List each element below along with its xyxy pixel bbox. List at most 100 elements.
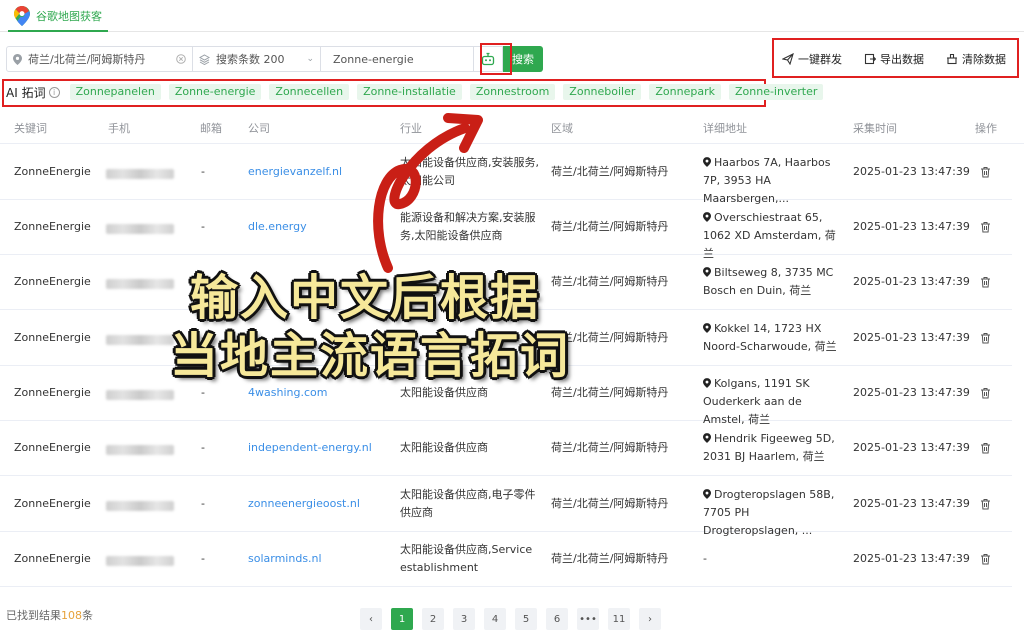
location-pin-icon	[703, 267, 711, 277]
industry-cell: 太阳能设备供应商	[400, 386, 488, 399]
time-cell: 2025-01-23 13:47:39	[853, 441, 970, 454]
trash-icon[interactable]	[980, 442, 991, 454]
phone-cell-redacted	[106, 277, 174, 295]
clear-icon	[947, 53, 957, 65]
annotation-arrow-icon	[373, 113, 483, 273]
keyword-cell: ZonneEnergie	[14, 552, 91, 565]
clear-circle-icon[interactable]	[176, 54, 186, 64]
page-button[interactable]: 11	[608, 608, 630, 630]
page-button[interactable]: 2	[422, 608, 444, 630]
keyword-cell: ZonneEnergie	[14, 386, 91, 399]
google-maps-logo-icon	[14, 6, 30, 26]
address-text: Haarbos 7A, Haarbos 7P, 3953 HA Maarsber…	[703, 156, 831, 205]
trash-icon[interactable]	[980, 276, 991, 288]
next-page-button[interactable]: ›	[639, 608, 661, 630]
trash-icon[interactable]	[980, 387, 991, 399]
company-link[interactable]: energievanzelf.nl	[248, 163, 342, 181]
keyword-tag[interactable]: Zonnestroom	[469, 84, 556, 100]
trash-icon[interactable]	[980, 221, 991, 233]
time-cell: 2025-01-23 13:47:39	[853, 165, 970, 178]
export-label: 导出数据	[880, 53, 924, 66]
keyword-tag[interactable]: Zonneboiler	[563, 84, 642, 100]
email-cell: -	[201, 220, 205, 233]
page-button[interactable]: 5	[515, 608, 537, 630]
industry-cell: 太阳能设备供应商	[400, 441, 488, 454]
column-header: 邮箱	[200, 122, 222, 135]
location-pin-icon	[703, 323, 711, 333]
export-button[interactable]: 导出数据	[864, 51, 924, 67]
keyword-tag[interactable]: Zonne-installatie	[357, 84, 462, 100]
page-button[interactable]: 4	[484, 608, 506, 630]
keyword-tag[interactable]: Zonnecellen	[269, 84, 350, 100]
address-text: Overschiestraat 65, 1062 XD Amsterdam, 荷…	[703, 211, 836, 260]
table-header: 关键词 手机 邮箱 公司 行业 区域 详细地址 采集时间 操作	[0, 110, 1024, 144]
address-cell: Biltseweg 8, 3735 MC Bosch en Duin, 荷兰	[703, 264, 841, 300]
phone-cell-redacted	[106, 222, 174, 240]
trash-icon[interactable]	[980, 332, 991, 344]
column-header: 区域	[551, 122, 573, 135]
location-pin-icon	[13, 53, 22, 65]
column-header: 公司	[248, 122, 270, 135]
keyword-tag[interactable]: Zonne-energie	[168, 84, 262, 100]
keyword-value: Zonne-energie	[333, 52, 414, 66]
result-summary: 已找到结果108条	[6, 607, 93, 623]
page-ellipsis-button[interactable]: •••	[577, 608, 599, 630]
trash-icon[interactable]	[980, 498, 991, 510]
keyword-tag[interactable]: Zonnepanelen	[69, 84, 161, 100]
time-cell: 2025-01-23 13:47:39	[853, 220, 970, 233]
table-row: ZonneEnergie - independent-energy.nl 太阳能…	[0, 421, 1012, 476]
page-button[interactable]: 6	[546, 608, 568, 630]
result-count-select[interactable]: 搜索条数 200 ⌄	[193, 46, 321, 72]
keyword-tag[interactable]: Zonne-inverter	[728, 84, 824, 100]
location-pin-icon	[703, 489, 711, 499]
address-text: Kolgans, 1191 SK Ouderkerk aan de Amstel…	[703, 377, 810, 426]
keyword-tag[interactable]: Zonnepark	[649, 84, 721, 100]
location-select[interactable]: 荷兰/北荷兰/阿姆斯特丹	[6, 46, 193, 72]
action-toolbar: 一键群发 导出数据 清除数据	[782, 49, 1006, 69]
time-cell: 2025-01-23 13:47:39	[853, 497, 970, 510]
result-count: 108	[61, 609, 82, 622]
keyword-cell: ZonneEnergie	[14, 165, 91, 178]
pagination: ‹ 1 2 3 4 5 6 ••• 11 ›	[360, 608, 661, 630]
company-link[interactable]: dle.energy	[248, 218, 307, 236]
keyword-cell: ZonneEnergie	[14, 497, 91, 510]
page-button[interactable]: 3	[453, 608, 475, 630]
phone-cell-redacted	[106, 443, 174, 461]
ai-keyword-row: AI 拓词 i Zonnepanelen Zonne-energie Zonne…	[6, 83, 824, 101]
address-cell: Kokkel 14, 1723 HX Noord-Scharwoude, 荷兰	[703, 320, 841, 356]
company-link[interactable]: independent-energy.nl	[248, 439, 372, 457]
company-link[interactable]: zonneenergieoost.nl	[248, 495, 360, 513]
trash-icon[interactable]	[980, 553, 991, 565]
company-link[interactable]: 4washing.com	[248, 384, 327, 402]
overlay-caption-line2: 当地主流语言拓词	[170, 328, 571, 384]
keyword-input[interactable]: Zonne-energie	[321, 46, 473, 72]
region-cell: 荷兰/北荷兰/阿姆斯特丹	[551, 275, 669, 288]
table-row: ZonneEnergie - dle.energy 能源设备和解决方案,安装服务…	[0, 200, 1012, 260]
time-cell: 2025-01-23 13:47:39	[853, 275, 970, 288]
email-cell: -	[201, 386, 205, 399]
column-header: 关键词	[14, 122, 47, 135]
address-text: Biltseweg 8, 3735 MC Bosch en Duin, 荷兰	[703, 266, 834, 297]
region-cell: 荷兰/北荷兰/阿姆斯特丹	[551, 386, 669, 399]
company-link[interactable]: solarminds.nl	[248, 550, 322, 568]
prev-page-button[interactable]: ‹	[360, 608, 382, 630]
export-icon	[864, 53, 876, 65]
ai-keyword-label-text: AI 拓词	[6, 85, 46, 100]
bulk-send-button[interactable]: 一键群发	[782, 51, 842, 67]
clear-data-button[interactable]: 清除数据	[946, 51, 1006, 67]
phone-cell-redacted	[106, 167, 174, 185]
address-text: Kokkel 14, 1723 HX Noord-Scharwoude, 荷兰	[703, 322, 837, 353]
email-cell: -	[201, 441, 205, 454]
region-cell: 荷兰/北荷兰/阿姆斯特丹	[551, 552, 669, 565]
result-count-value: 搜索条数 200	[216, 53, 285, 66]
industry-cell: 太阳能设备供应商,电子零件供应商	[400, 488, 536, 519]
trash-icon[interactable]	[980, 166, 991, 178]
table-row: ZonneEnergie - zonneenergieoost.nl 太阳能设备…	[0, 477, 1012, 537]
region-cell: 荷兰/北荷兰/阿姆斯特丹	[551, 497, 669, 510]
app-tab[interactable]: 谷歌地图获客	[8, 2, 108, 32]
info-icon[interactable]: i	[48, 86, 60, 98]
layers-icon	[199, 53, 210, 65]
page-button-current[interactable]: 1	[391, 608, 413, 630]
time-cell: 2025-01-23 13:47:39	[853, 331, 970, 344]
phone-cell-redacted	[106, 554, 174, 572]
